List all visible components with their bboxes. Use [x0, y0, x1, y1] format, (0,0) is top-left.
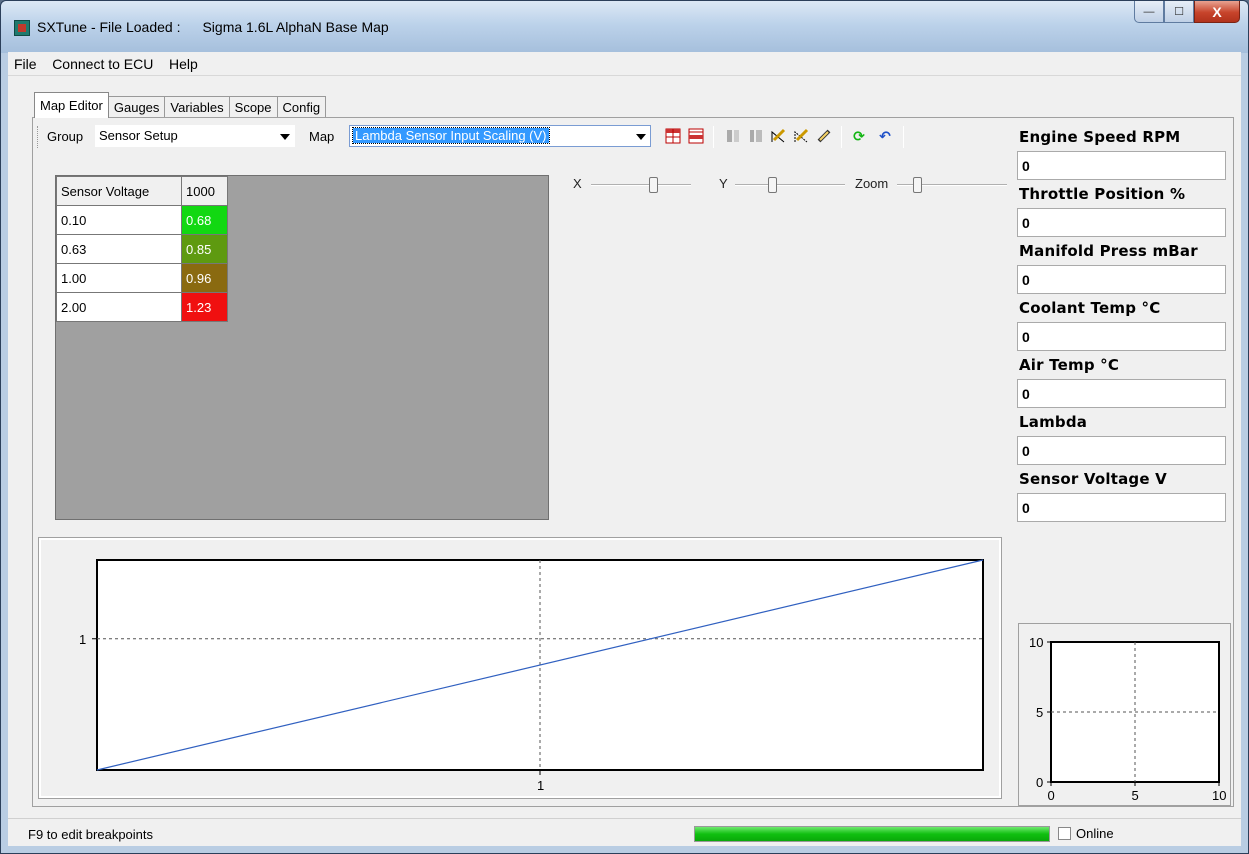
window-title: SXTune - File Loaded : Sigma 1.6L AlphaN … — [37, 19, 389, 35]
menu-connect-to-ecu[interactable]: Connect to ECU — [46, 52, 159, 72]
row-key[interactable]: 0.63 — [56, 234, 182, 264]
delete-row-icon — [748, 128, 764, 144]
tab-strip: Map Editor Gauges Variables Scope Config — [34, 92, 327, 118]
row-value[interactable]: 1.23 — [181, 292, 228, 322]
mini-x-tick-label: 10 — [1212, 788, 1226, 803]
maximize-button[interactable]: ☐ — [1164, 1, 1194, 23]
client-area: Map Editor Gauges Variables Scope Config… — [8, 76, 1241, 846]
online-checkbox[interactable] — [1058, 827, 1071, 840]
y-slider-label: Y — [719, 176, 728, 191]
gauge-label: Air Temp °C — [1019, 356, 1120, 374]
y-slider-track[interactable] — [735, 184, 845, 186]
row-value[interactable]: 0.96 — [181, 263, 228, 293]
pencil-icon[interactable] — [816, 128, 832, 144]
mini-chart: 0 5 10 0 5 10 — [1018, 623, 1231, 806]
row-key[interactable]: 1.00 — [56, 263, 182, 293]
app-icon — [14, 20, 30, 36]
close-button[interactable]: X — [1194, 1, 1240, 23]
row-value[interactable]: 0.68 — [181, 205, 228, 235]
chevron-down-icon — [636, 134, 646, 140]
progress-bar — [694, 826, 1050, 842]
online-toggle[interactable]: Online — [1058, 826, 1114, 841]
group-label: Group — [47, 129, 84, 144]
group-select[interactable]: Sensor Setup — [95, 125, 295, 147]
row-value[interactable]: 0.85 — [181, 234, 228, 264]
table-row: 0.63 0.85 — [56, 234, 228, 264]
gauge-label: Throttle Position % — [1019, 185, 1186, 203]
tab-scope[interactable]: Scope — [228, 96, 278, 118]
map-grid-area: Sensor Voltage 1000 0.10 0.68 0.63 0.85 … — [55, 175, 549, 520]
refresh-icon[interactable]: ⟳ — [851, 128, 867, 144]
row-key[interactable]: 2.00 — [56, 292, 182, 322]
table-header-rpm: 1000 — [181, 176, 228, 206]
table-row: 1.00 0.96 — [56, 263, 228, 293]
insert-column-icon[interactable] — [665, 128, 681, 144]
line-chart-svg: 11 — [79, 559, 984, 793]
table-header-sensor-voltage: Sensor Voltage — [56, 176, 182, 206]
tab-config[interactable]: Config — [276, 96, 327, 118]
insert-row-icon[interactable] — [688, 128, 704, 144]
menu-bar: File Connect to ECU Help — [8, 52, 1241, 76]
gauge-label: Manifold Press mBar — [1019, 242, 1198, 260]
menu-help[interactable]: Help — [163, 52, 204, 72]
mini-y-tick-label: 10 — [1029, 635, 1043, 650]
gauge-value: 0 — [1017, 436, 1226, 465]
edit-chart-dashed-icon[interactable] — [793, 128, 809, 144]
view-sliders: X Y Zoom — [573, 176, 1013, 196]
minimize-button[interactable]: — — [1134, 1, 1164, 23]
gauge-label: Sensor Voltage V — [1019, 470, 1167, 488]
gauge-value: 0 — [1017, 265, 1226, 294]
tab-map-editor[interactable]: Map Editor — [34, 92, 109, 118]
row-key[interactable]: 0.10 — [56, 205, 182, 235]
map-editor-panel: Group Sensor Setup Map Lambda Sensor Inp… — [32, 117, 1234, 807]
zoom-slider-thumb[interactable] — [913, 177, 922, 193]
status-hint: F9 to edit breakpoints — [28, 827, 154, 842]
gauge-label: Engine Speed RPM — [1019, 128, 1181, 146]
table-row: 0.10 0.68 — [56, 205, 228, 235]
gauge-value: 0 — [1017, 493, 1226, 522]
y-tick-label: 1 — [79, 632, 86, 647]
map-label: Map — [309, 129, 335, 144]
delete-column-icon — [725, 128, 741, 144]
mini-chart-svg: 0 5 10 0 5 10 — [1029, 635, 1226, 803]
y-slider-thumb[interactable] — [768, 177, 777, 193]
status-bar: F9 to edit breakpoints Online — [8, 818, 1241, 846]
tab-gauges[interactable]: Gauges — [107, 96, 166, 118]
mini-y-tick-label: 5 — [1036, 705, 1043, 720]
gauge-readouts: Engine Speed RPM 0 Throttle Position % 0 Man… — [1016, 128, 1231, 527]
online-label: Online — [1076, 826, 1114, 841]
map-line-chart: 11 — [38, 537, 1002, 799]
x-tick-label: 1 — [537, 778, 544, 793]
gauge-label: Lambda — [1019, 413, 1088, 431]
menu-file[interactable]: File — [8, 52, 43, 72]
x-slider-thumb[interactable] — [649, 177, 658, 193]
gauge-value: 0 — [1017, 208, 1226, 237]
progress-fill — [695, 827, 1049, 841]
mini-x-tick-label: 5 — [1132, 788, 1139, 803]
gauge-value: 0 — [1017, 322, 1226, 351]
gauge-value: 0 — [1017, 151, 1226, 180]
map-toolbar: Group Sensor Setup Map Lambda Sensor Inp… — [37, 124, 1017, 150]
gauge-label: Coolant Temp °C — [1019, 299, 1161, 317]
table-row: 2.00 1.23 — [56, 292, 228, 322]
map-table: Sensor Voltage 1000 0.10 0.68 0.63 0.85 … — [56, 176, 228, 322]
edit-chart-icon[interactable] — [770, 128, 786, 144]
gauge-value: 0 — [1017, 379, 1226, 408]
zoom-slider-label: Zoom — [855, 176, 889, 191]
x-slider-track[interactable] — [591, 184, 691, 186]
mini-x-tick-label: 0 — [1048, 788, 1055, 803]
chevron-down-icon — [280, 134, 290, 140]
tab-variables[interactable]: Variables — [164, 96, 230, 118]
map-select[interactable]: Lambda Sensor Input Scaling (V) — [349, 125, 651, 147]
toolbar-grip[interactable] — [37, 126, 40, 148]
title-bar[interactable]: SXTune - File Loaded : Sigma 1.6L AlphaN … — [1, 1, 1248, 53]
undo-icon[interactable]: ↶ — [877, 128, 893, 144]
mini-y-tick-label: 0 — [1036, 775, 1043, 790]
x-slider-label: X — [573, 176, 582, 191]
